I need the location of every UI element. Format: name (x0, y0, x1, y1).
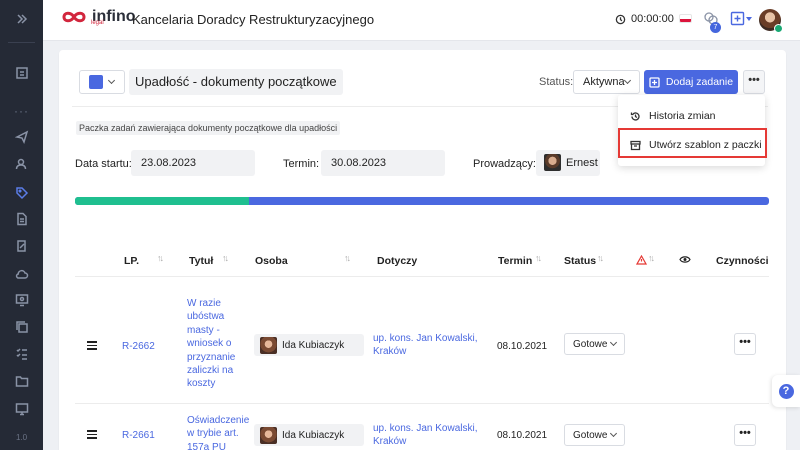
app-title: Kancelaria Doradcy Restrukturyzacyjnego (132, 12, 375, 27)
progress-bar (75, 197, 769, 205)
expand-sidebar-icon[interactable] (0, 8, 43, 30)
document-icon[interactable] (0, 208, 43, 230)
progress-fill (75, 197, 249, 205)
monitor-settings-icon[interactable] (0, 289, 43, 311)
task-id-link[interactable]: R-2662 (122, 341, 155, 352)
task-title-link[interactable]: Oświadczenie w trybie art. 157a PU (187, 414, 249, 450)
start-date-field[interactable]: 23.08.2023 (131, 150, 255, 176)
column-header-status[interactable]: Status (564, 255, 596, 267)
add-square-icon (730, 11, 745, 26)
language-flag-icon[interactable] (679, 14, 692, 23)
column-header-person[interactable]: Osoba (255, 255, 288, 267)
lead-label: Prowadzący: (473, 158, 536, 170)
color-picker[interactable] (79, 70, 125, 94)
sort-icon[interactable]: ↑↓ (157, 253, 164, 263)
clock-icon (615, 14, 626, 24)
notifications-badge: 7 (710, 22, 721, 33)
sidebar-more-dots: ··· (14, 104, 29, 118)
task-status-value: Gotowe (573, 338, 608, 350)
chevron-down-icon (746, 16, 752, 21)
package-description[interactable]: Paczka zadań zawierająca dokumenty począ… (76, 121, 341, 135)
highlight-box (618, 128, 767, 158)
table-header-divider (75, 276, 769, 277)
task-title-link[interactable]: W razie ubóstwa masty - wniosek o przyzn… (187, 297, 243, 391)
eye-icon[interactable] (679, 255, 691, 264)
more-options-button[interactable]: ••• (743, 70, 765, 94)
column-header-title[interactable]: Tytuł (189, 255, 213, 267)
menu-item-history[interactable]: Historia zmian (618, 103, 765, 129)
help-icon: ? (778, 383, 794, 399)
concerns-link[interactable]: up. kons. Jan Kowalski, Kraków (373, 332, 478, 358)
chevron-down-icon (623, 76, 632, 85)
status-select[interactable]: Aktywna (573, 70, 640, 94)
package-title[interactable]: Upadłość - dokumenty początkowe (129, 69, 343, 95)
send-icon[interactable] (0, 126, 43, 148)
users-icon[interactable] (0, 153, 43, 175)
deadline-field[interactable]: 30.08.2023 (321, 150, 445, 176)
sort-icon[interactable]: ↑↓ (222, 253, 229, 263)
lead-avatar (544, 154, 561, 171)
assignee-name: Ida Kubiaczyk (282, 429, 345, 441)
sort-icon[interactable]: ↑↓ (535, 253, 542, 263)
assignee-chip[interactable]: Ida Kubiaczyk (254, 334, 364, 356)
quick-add-button[interactable] (730, 11, 752, 26)
help-button[interactable]: ? (772, 375, 800, 407)
row-actions-button[interactable]: ••• (734, 424, 756, 446)
assignee-name: Ida Kubiaczyk (282, 339, 345, 351)
column-header-concerns[interactable]: Dotyczy (377, 255, 417, 267)
assignee-avatar (260, 336, 277, 354)
column-header-deadline[interactable]: Termin (498, 255, 532, 267)
infinity-logo-icon (62, 11, 86, 23)
menu-item-label: Historia zmian (649, 110, 716, 122)
history-icon (630, 111, 640, 121)
status-select-value: Aktywna (583, 76, 625, 88)
calendar-icon[interactable] (0, 62, 43, 84)
task-status-value: Gotowe (573, 429, 608, 441)
row-divider (75, 403, 769, 404)
start-date-label: Data startu: (75, 158, 132, 170)
priority-warning-icon[interactable] (636, 255, 647, 265)
sort-icon[interactable]: ↑↓ (597, 253, 604, 263)
folder-icon[interactable] (0, 370, 43, 392)
assignee-chip[interactable]: Ida Kubiaczyk (254, 424, 364, 446)
task-status-select[interactable]: Gotowe (564, 333, 625, 355)
edit-document-icon[interactable] (0, 235, 43, 257)
add-square-icon (649, 76, 660, 88)
status-label: Status: (539, 76, 574, 88)
tag-icon[interactable] (0, 182, 43, 204)
cloud-icon[interactable] (0, 263, 43, 285)
top-bar: infino legal Kancelaria Doradcy Restrukt… (43, 0, 800, 41)
task-status-select[interactable]: Gotowe (564, 424, 625, 446)
column-header-actions: Czynności (716, 255, 769, 267)
timer[interactable]: 00:00:00 (615, 13, 674, 25)
sort-icon[interactable]: ↑↓ (648, 253, 655, 263)
timer-value: 00:00:00 (631, 13, 674, 25)
deadline-label: Termin: (283, 158, 320, 170)
desktop-icon[interactable] (0, 398, 43, 420)
brand-subtitle: legal (91, 20, 104, 26)
online-status-dot (774, 24, 783, 33)
color-swatch (89, 75, 103, 89)
task-deadline: 08.10.2021 (497, 430, 548, 441)
task-id-link[interactable]: R-2661 (122, 430, 155, 441)
chevron-down-icon (609, 338, 618, 347)
app-version: 1.0 (15, 433, 28, 442)
column-header-lp[interactable]: LP. (124, 255, 139, 267)
checklist-icon[interactable] (0, 343, 43, 365)
sort-icon[interactable]: ↑↓ (344, 253, 351, 263)
copy-icon[interactable] (0, 316, 43, 338)
task-deadline: 08.10.2021 (497, 341, 548, 352)
chevron-down-icon (107, 76, 116, 85)
sidebar-divider (8, 42, 35, 43)
add-task-label: Dodaj zadanie (665, 76, 734, 88)
drag-handle-icon[interactable] (87, 430, 97, 441)
add-task-button[interactable]: Dodaj zadanie (644, 70, 738, 94)
concerns-link[interactable]: up. kons. Jan Kowalski, Kraków (373, 422, 478, 448)
chevron-down-icon (609, 429, 618, 438)
sidebar: ··· 1.0 (0, 0, 43, 450)
drag-handle-icon[interactable] (87, 341, 97, 352)
row-actions-button[interactable]: ••• (734, 333, 756, 355)
assignee-avatar (260, 426, 277, 444)
